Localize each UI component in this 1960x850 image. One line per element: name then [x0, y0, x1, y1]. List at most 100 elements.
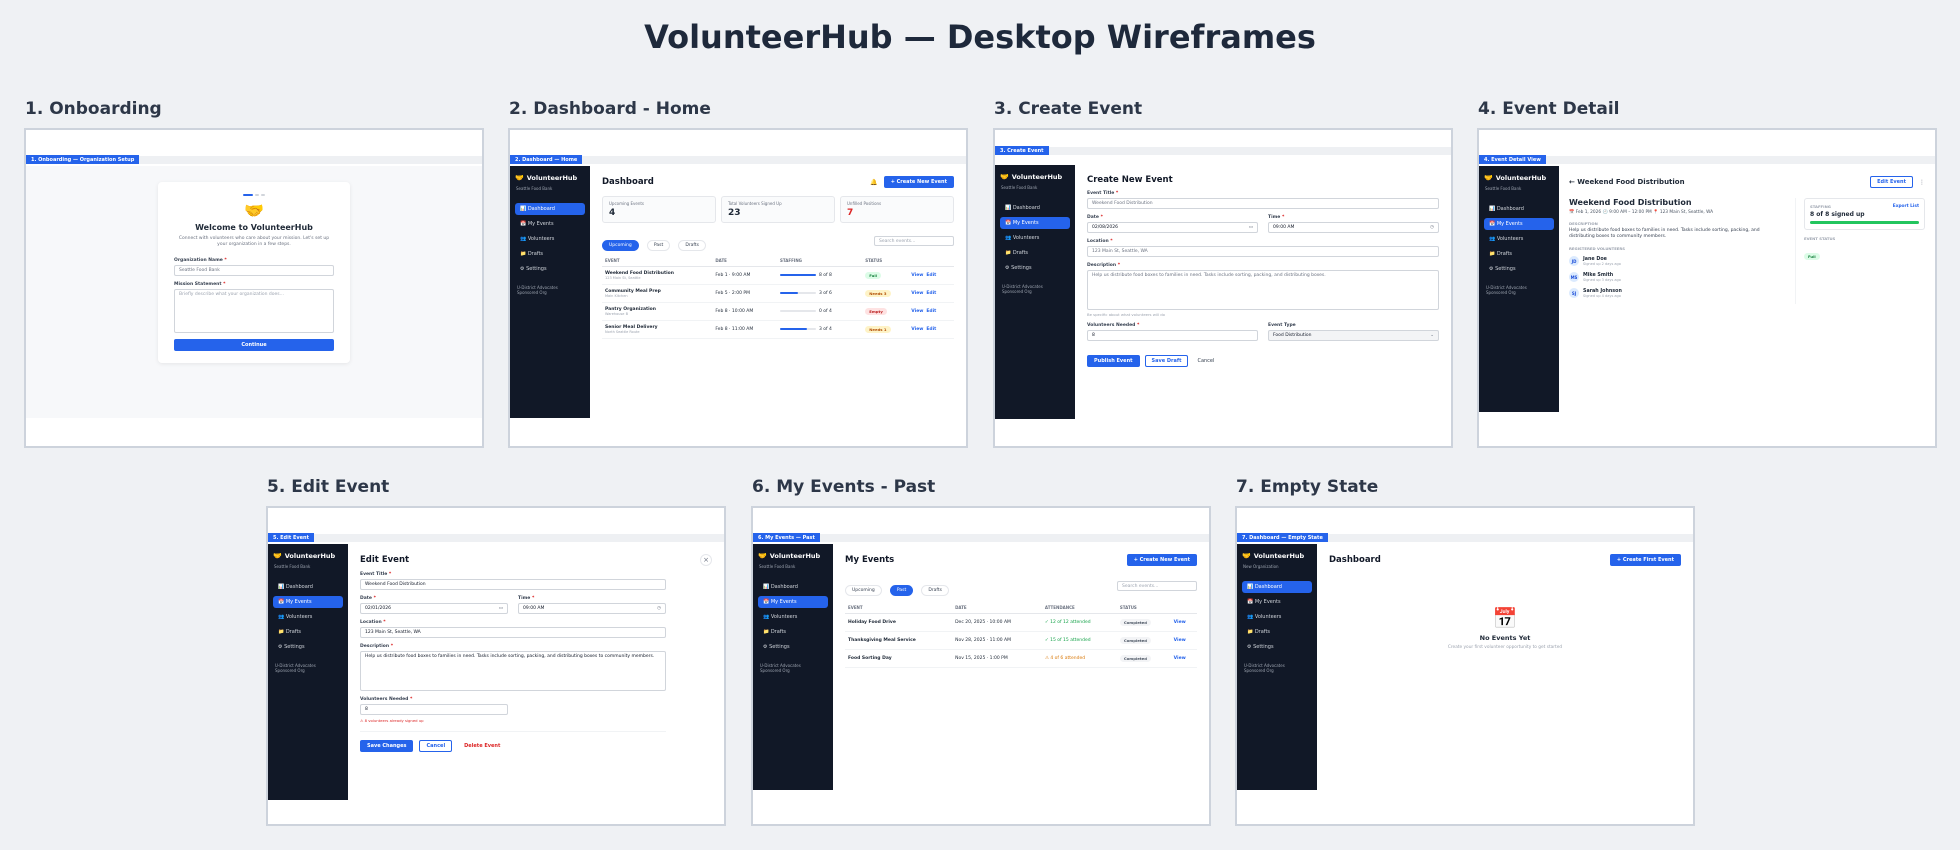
- tab-drafts[interactable]: Drafts: [921, 585, 949, 596]
- sidebar-item-settings[interactable]: ⚙ Settings: [1484, 263, 1554, 275]
- event-title-input[interactable]: Weekend Food Distribution: [360, 579, 666, 590]
- staffing-cell: 8 of 8: [776, 266, 863, 285]
- date-input[interactable]: 02/01/2026 ▭: [360, 603, 508, 614]
- description-textarea[interactable]: Help us distribute food boxes to familie…: [1087, 270, 1439, 310]
- event-type-select[interactable]: Food Distribution ⌄: [1268, 330, 1439, 341]
- close-icon[interactable]: ×: [700, 554, 712, 566]
- create-event-button[interactable]: + Create New Event: [1126, 554, 1197, 566]
- sidebar-item-settings[interactable]: ⚙ Settings: [1242, 641, 1312, 653]
- create-event-button[interactable]: + Create New Event: [883, 176, 954, 188]
- sidebar-item-dashboard[interactable]: 📊 Dashboard: [758, 581, 828, 593]
- sidebar-item-events[interactable]: 📅 My Events: [758, 596, 828, 608]
- sidebar-item-dashboard[interactable]: 📊 Dashboard: [515, 203, 585, 215]
- view-link[interactable]: View: [911, 327, 923, 332]
- sidebar-item-drafts[interactable]: 📁 Drafts: [1242, 626, 1312, 638]
- event-location: Warehouse B: [605, 312, 628, 316]
- tab-past[interactable]: Past: [889, 585, 914, 596]
- staffing-cell: 0 of 4: [776, 302, 863, 321]
- calendar-icon: 📅: [1492, 606, 1518, 630]
- sidebar-item-settings[interactable]: ⚙ Settings: [758, 641, 828, 653]
- sidebar-item-dashboard[interactable]: 📊 Dashboard: [273, 581, 343, 593]
- table-row: Weekend Food Distribution 123 Main St, Se…: [602, 266, 954, 285]
- event-date: Nov 15, 2025 · 1:00 PM: [952, 649, 1042, 668]
- sidebar-item-events[interactable]: 📅 My Events: [515, 218, 585, 230]
- sidebar-item-drafts[interactable]: 📁 Drafts: [1484, 248, 1554, 260]
- sidebar-item-volunteers[interactable]: 👥 Volunteers: [1000, 232, 1070, 244]
- cancel-button[interactable]: Cancel: [1197, 358, 1214, 364]
- volunteers-needed-input[interactable]: 8: [1087, 330, 1258, 341]
- search-input[interactable]: Search events...: [1117, 581, 1197, 591]
- view-link[interactable]: View: [911, 309, 923, 314]
- publish-button[interactable]: Publish Event: [1087, 355, 1140, 367]
- sidebar-item-volunteers[interactable]: 👥 Volunteers: [515, 233, 585, 245]
- edit-link[interactable]: Edit: [926, 327, 936, 332]
- time-input[interactable]: 09:00 AM ◷: [1268, 222, 1439, 233]
- sidebar-item-volunteers[interactable]: 👥 Volunteers: [758, 611, 828, 623]
- event-title-input[interactable]: Weekend Food Distribution: [1087, 198, 1439, 209]
- more-icon[interactable]: ⋮: [1919, 179, 1925, 186]
- sidebar-item-volunteers[interactable]: 👥 Volunteers: [1242, 611, 1312, 623]
- sidebar-item-events[interactable]: 📅 My Events: [1242, 596, 1312, 608]
- tab-upcoming[interactable]: Upcoming: [845, 585, 882, 596]
- location-input[interactable]: 123 Main St, Seattle, WA: [360, 627, 666, 638]
- registered-label: REGISTERED VOLUNTEERS: [1569, 246, 1626, 251]
- delete-event-button[interactable]: Delete Event: [464, 743, 500, 749]
- back-link[interactable]: ← Weekend Food Distribution: [1569, 178, 1685, 186]
- sidebar-item-volunteers[interactable]: 👥 Volunteers: [1484, 233, 1554, 245]
- org-name: Seattle Food Bank: [1485, 186, 1522, 191]
- edit-link[interactable]: Edit: [926, 309, 936, 314]
- table-row: Thanksgiving Meal Service Nov 28, 2025 · …: [845, 631, 1197, 650]
- continue-button[interactable]: Continue: [174, 339, 334, 351]
- event-date: Nov 28, 2025 · 11:00 AM: [952, 631, 1042, 650]
- sidebar-item-dashboard[interactable]: 📊 Dashboard: [1484, 203, 1554, 215]
- sidebar-item-settings[interactable]: ⚙ Settings: [273, 641, 343, 653]
- sidebar-item-settings[interactable]: ⚙ Settings: [515, 263, 585, 275]
- sidebar-item-dashboard[interactable]: 📊 Dashboard: [1242, 581, 1312, 593]
- time-input[interactable]: 09:00 AM ◷: [518, 603, 666, 614]
- sidebar-item-drafts[interactable]: 📁 Drafts: [273, 626, 343, 638]
- bell-icon[interactable]: 🔔: [870, 179, 877, 186]
- frame-title-past: 6. My Events - Past: [752, 477, 936, 497]
- edit-link[interactable]: Edit: [926, 291, 936, 296]
- tab-past[interactable]: Past: [646, 240, 671, 251]
- description-label: DESCRIPTION: [1569, 221, 1598, 226]
- date-input[interactable]: 02/08/2026 ▭: [1087, 222, 1258, 233]
- view-link[interactable]: View: [1174, 620, 1186, 625]
- cancel-button[interactable]: Cancel: [419, 740, 453, 752]
- tab-drafts[interactable]: Drafts: [678, 240, 706, 251]
- sidebar-item-events[interactable]: 📅 My Events: [1000, 217, 1070, 229]
- sidebar-item-drafts[interactable]: 📁 Drafts: [758, 626, 828, 638]
- edit-link[interactable]: Edit: [926, 273, 936, 278]
- sidebar-item-settings[interactable]: ⚙ Settings: [1000, 262, 1070, 274]
- sidebar-item-events[interactable]: 📅 My Events: [273, 596, 343, 608]
- view-link[interactable]: View: [1174, 638, 1186, 643]
- org-name-input[interactable]: Seattle Food Bank: [174, 265, 334, 276]
- sidebar-item-volunteers[interactable]: 👥 Volunteers: [273, 611, 343, 623]
- export-list-link[interactable]: Export List: [1893, 204, 1919, 209]
- volunteers-needed-input[interactable]: 8: [360, 704, 508, 715]
- sidebar-item-drafts[interactable]: 📁 Drafts: [515, 248, 585, 260]
- sidebar-item-events[interactable]: 📅 My Events: [1484, 218, 1554, 230]
- location-input[interactable]: 123 Main St, Seattle, WA: [1087, 246, 1439, 257]
- list-item: JD Jane Doe Signed up 2 days ago: [1569, 256, 1785, 266]
- org-name: Seattle Food Bank: [274, 564, 311, 569]
- view-link[interactable]: View: [911, 273, 923, 278]
- view-link[interactable]: View: [911, 291, 923, 296]
- tab-upcoming[interactable]: Upcoming: [602, 240, 639, 251]
- sidebar-item-drafts[interactable]: 📁 Drafts: [1000, 247, 1070, 259]
- sidebar-item-dashboard[interactable]: 📊 Dashboard: [1000, 202, 1070, 214]
- create-first-event-button[interactable]: + Create First Event: [1609, 554, 1681, 566]
- event-meta: 📅 Feb 1, 2026 🕘 9:00 AM – 12:00 PM 📍 123…: [1569, 210, 1714, 215]
- attendance: ✓ 12 of 12 attended: [1041, 613, 1117, 632]
- save-changes-button[interactable]: Save Changes: [360, 740, 414, 752]
- search-input[interactable]: Search events...: [874, 236, 954, 246]
- view-link[interactable]: View: [1174, 656, 1186, 661]
- edit-event-button[interactable]: Edit Event: [1870, 176, 1913, 188]
- volunteer-list: JD Jane Doe Signed up 2 days ago MS Mike …: [1569, 256, 1785, 298]
- event-date: Dec 20, 2025 · 10:00 AM: [952, 613, 1042, 632]
- frame-dashboard: 2. Dashboard — Home 🤝 VolunteerHub Seattl…: [508, 128, 968, 448]
- mission-textarea[interactable]: Briefly describe what your organization …: [174, 289, 334, 333]
- save-draft-button[interactable]: Save Draft: [1144, 355, 1189, 367]
- description-textarea[interactable]: Help us distribute food boxes to familie…: [360, 651, 666, 691]
- stat-upcoming: Upcoming Events 4: [602, 196, 716, 223]
